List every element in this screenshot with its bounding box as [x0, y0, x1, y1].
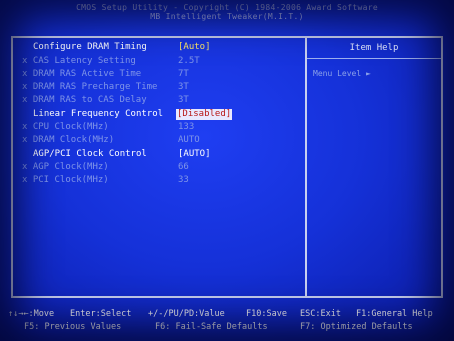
setting-label: x DRAM RAS Active Time [22, 69, 141, 80]
setting-label: x CAS Latency Setting [22, 56, 136, 67]
footer-fail-safe: F6: Fail-Safe Defaults [155, 322, 268, 332]
setting-label-text: DRAM RAS to CAS Delay [32, 95, 147, 105]
header-copyright: CMOS Setup Utility - Copyright (C) 1984-… [76, 3, 378, 12]
disabled-marker: x [22, 162, 28, 172]
setting-label: x DRAM RAS to CAS Delay [22, 95, 147, 106]
setting-value: AUTO [178, 135, 200, 145]
setting-value: 3T [178, 95, 189, 105]
disabled-marker: x [22, 95, 28, 105]
bios-header: CMOS Setup Utility - Copyright (C) 1984-… [0, 3, 454, 21]
setting-label-text: DRAM RAS Active Time [32, 69, 142, 79]
help-separator [307, 58, 441, 59]
footer-select: Enter:Select [70, 309, 132, 319]
panel-divider [305, 36, 307, 298]
footer-previous-values: F5: Previous Values [24, 322, 122, 332]
setting-label-text: DRAM Clock(MHz) [32, 135, 115, 145]
setting-value: 7T [178, 69, 189, 79]
setting-label-text: Configure DRAM Timing [33, 42, 147, 52]
item-help-title: Item Help [349, 43, 399, 53]
setting-label-text: AGP Clock(MHz) [32, 162, 109, 172]
disabled-marker: x [22, 69, 28, 79]
setting-label: x DRAM Clock(MHz) [22, 135, 114, 146]
setting-label-text: AGP/PCI Clock Control [33, 149, 147, 159]
bios-screen: CMOS Setup Utility - Copyright (C) 1984-… [0, 0, 454, 341]
setting-value: 66 [178, 162, 189, 172]
setting-label: AGP/PCI Clock Control [33, 149, 147, 160]
setting-label: Linear Frequency Control [33, 109, 163, 120]
disabled-marker: x [22, 135, 28, 145]
footer-save: F10:Save [246, 309, 287, 319]
setting-label: x DRAM RAS Precharge Time [22, 82, 157, 93]
setting-value: 2.5T [178, 56, 200, 66]
setting-label: x PCI Clock(MHz) [22, 175, 109, 186]
page-title: MB Intelligent Tweaker(M.I.T.) [150, 12, 304, 21]
disabled-marker: x [22, 56, 28, 66]
setting-label-text: Linear Frequency Control [33, 109, 164, 119]
setting-value[interactable]: [Disabled] [176, 109, 233, 120]
footer-value: +/-/PU/PD:Value [148, 309, 225, 319]
disabled-marker: x [22, 82, 28, 92]
setting-label-text: CPU Clock(MHz) [32, 122, 109, 132]
footer-exit: ESC:Exit [300, 309, 341, 319]
disabled-marker: x [22, 122, 28, 132]
setting-label-text: DRAM RAS Precharge Time [32, 82, 158, 92]
setting-label: Configure DRAM Timing [33, 42, 147, 53]
footer-move: ↑↓→←:Move [8, 309, 55, 319]
setting-value[interactable]: [AUTO] [178, 149, 211, 160]
setting-label-text: PCI Clock(MHz) [32, 175, 109, 185]
setting-label-text: CAS Latency Setting [32, 56, 136, 66]
disabled-marker: x [22, 175, 28, 185]
setting-value: 3T [178, 82, 189, 92]
footer-help: F1:General Help [356, 309, 433, 319]
setting-value: 133 [178, 122, 195, 132]
menu-level-text: Menu Level ► [313, 69, 371, 78]
setting-value: 33 [178, 175, 189, 185]
setting-label: x AGP Clock(MHz) [22, 162, 109, 173]
setting-value[interactable]: [Auto] [178, 42, 211, 53]
setting-label: x CPU Clock(MHz) [22, 122, 109, 133]
footer-optimized: F7: Optimized Defaults [300, 322, 413, 332]
